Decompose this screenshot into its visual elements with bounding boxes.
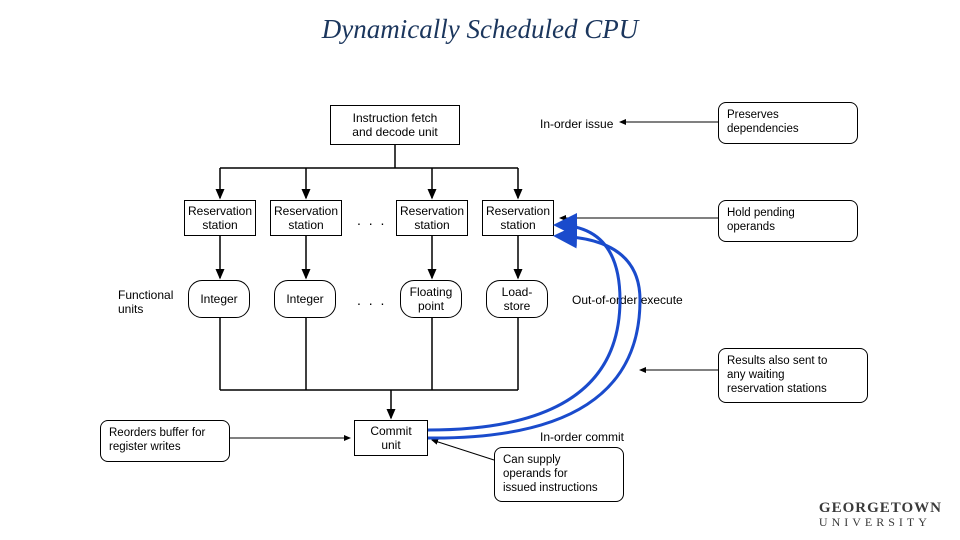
rs-ellipsis: . . . (357, 212, 386, 228)
note-supply: Can supplyoperands forissued instruction… (494, 447, 624, 502)
reservation-station-1: Reservationstation (184, 200, 256, 236)
in-order-commit-label: In-order commit (540, 430, 624, 444)
note-preserves: Preservesdependencies (718, 102, 858, 144)
functional-units-label: Functionalunits (118, 288, 178, 316)
note-reorders: Reorders buffer forregister writes (100, 420, 230, 462)
func-floating-point: Floatingpoint (400, 280, 462, 318)
in-order-issue-label: In-order issue (540, 117, 613, 131)
reservation-station-3: Reservationstation (396, 200, 468, 236)
reservation-station-2: Reservationstation (270, 200, 342, 236)
fetch-decode-box: Instruction fetchand decode unit (330, 105, 460, 145)
out-of-order-execute-label: Out-of-order execute (572, 293, 683, 307)
func-load-store: Load-store (486, 280, 548, 318)
brand-logo: GEORGETOWN UNIVERSITY (819, 500, 942, 530)
commit-unit-box: Commitunit (354, 420, 428, 456)
fu-ellipsis: . . . (357, 292, 386, 308)
note-hold: Hold pendingoperands (718, 200, 858, 242)
brand-line2: UNIVERSITY (819, 515, 942, 530)
func-integer-2: Integer (274, 280, 336, 318)
reservation-station-4: Reservationstation (482, 200, 554, 236)
func-integer-1: Integer (188, 280, 250, 318)
page-title: Dynamically Scheduled CPU (0, 0, 960, 45)
note-results: Results also sent toany waitingreservati… (718, 348, 868, 403)
